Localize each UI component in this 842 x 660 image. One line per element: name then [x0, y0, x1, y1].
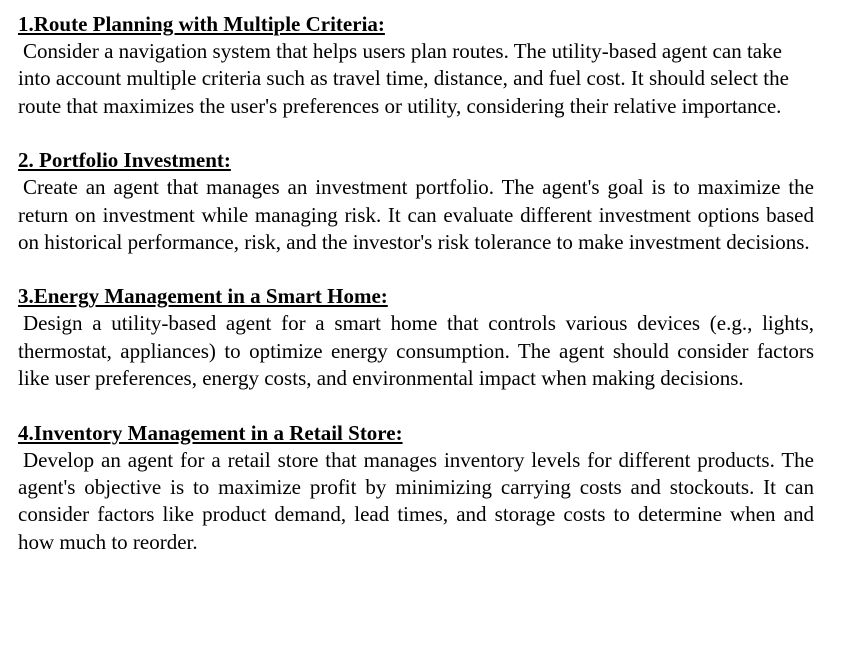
- section-heading: 2. Portfolio Investment:: [18, 148, 231, 173]
- section-heading: 1.Route Planning with Multiple Criteria:: [18, 12, 385, 36]
- section-heading: 3.Energy Management in a Smart Home:: [18, 284, 388, 309]
- section-paragraph: Design a utility-based agent for a smart…: [18, 311, 814, 391]
- section-energy-management: 3.Energy Management in a Smart Home: Des…: [18, 283, 814, 392]
- section-heading: 4.Inventory Management in a Retail Store…: [18, 420, 403, 445]
- section-paragraph: Create an agent that manages an investme…: [18, 175, 814, 255]
- section-portfolio-investment: 2. Portfolio Investment: Create an agent…: [18, 147, 814, 256]
- document-page: 1.Route Planning with Multiple Criteria:…: [18, 11, 814, 583]
- section-route-planning: 1.Route Planning with Multiple Criteria:…: [18, 11, 814, 120]
- section-inventory-management: 4.Inventory Management in a Retail Store…: [18, 420, 814, 557]
- section-paragraph: Consider a navigation system that helps …: [18, 39, 789, 118]
- section-paragraph: Develop an agent for a retail store that…: [18, 447, 814, 554]
